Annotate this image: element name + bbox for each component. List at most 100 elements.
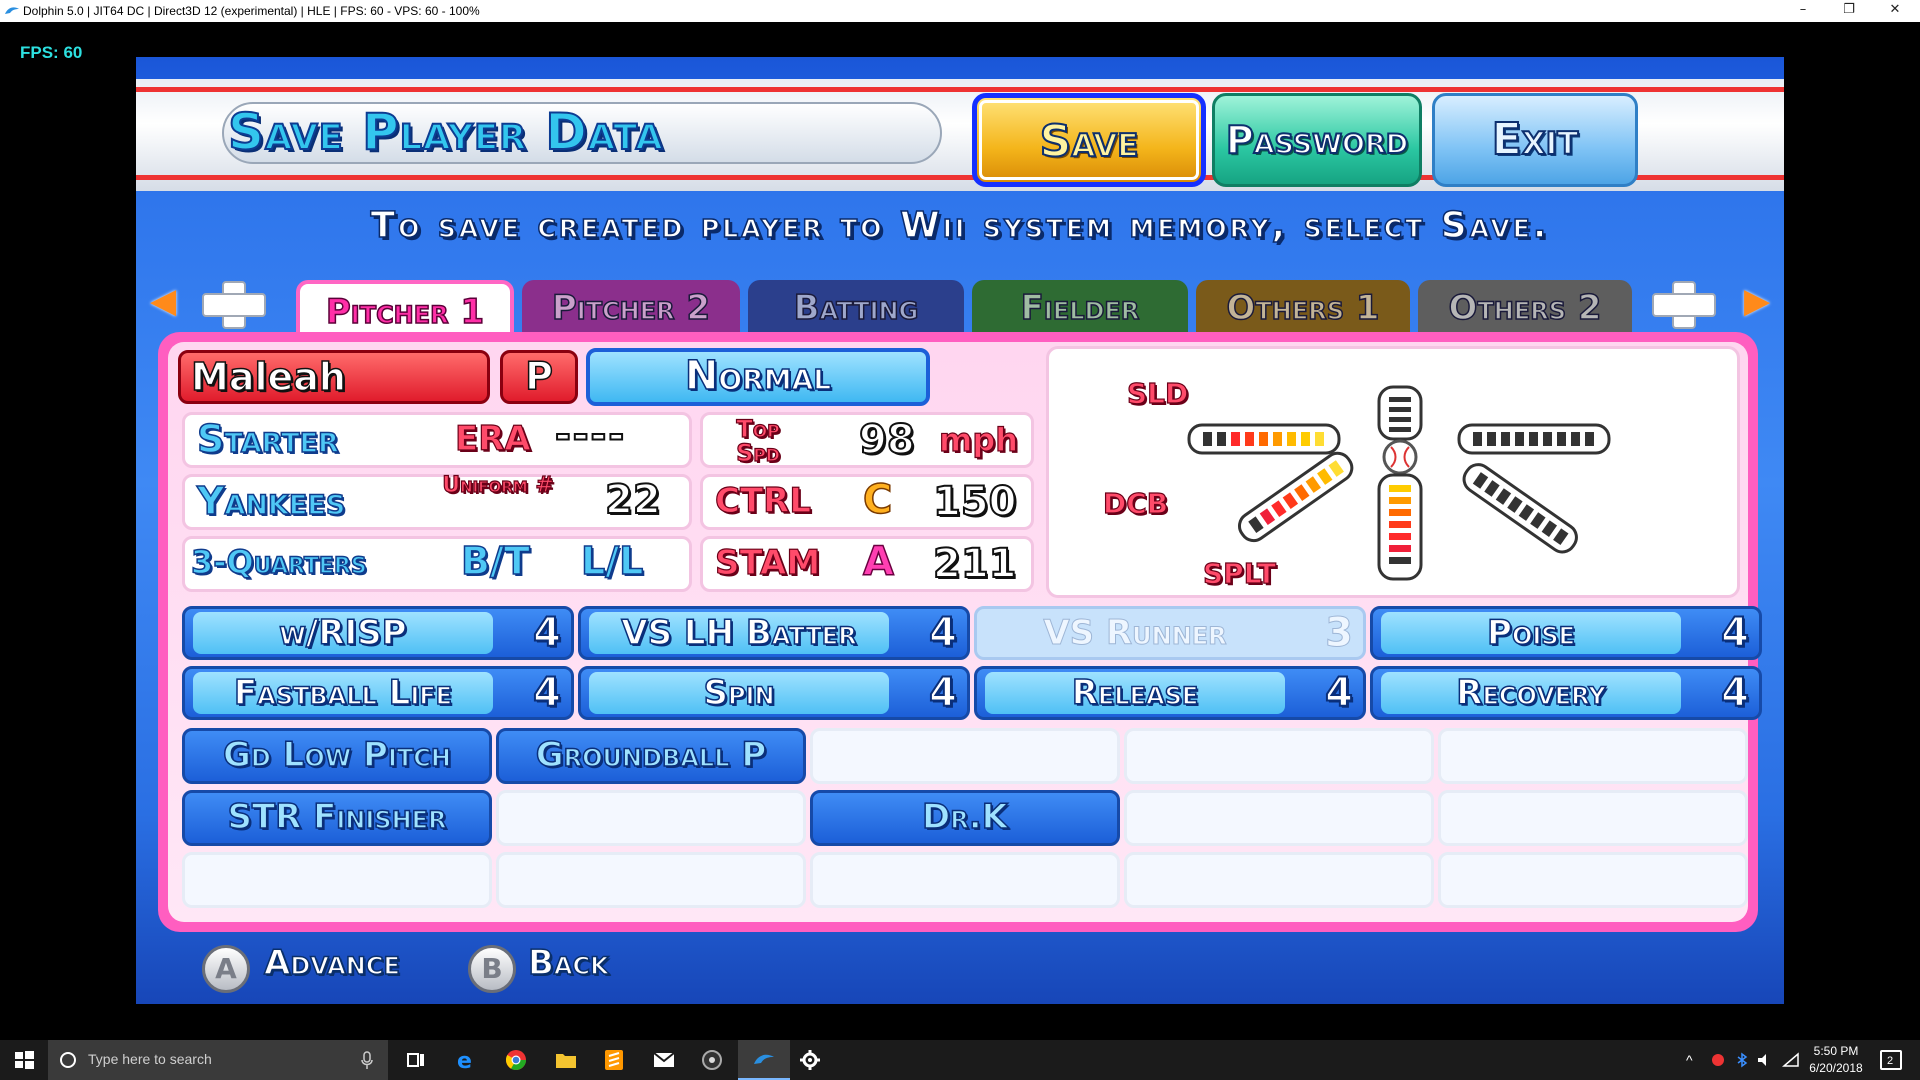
- exit-button[interactable]: Exit: [1432, 93, 1638, 187]
- network-icon[interactable]: [1782, 1052, 1800, 1068]
- chrome-icon[interactable]: [504, 1048, 528, 1072]
- special-slot-empty[interactable]: [1438, 790, 1748, 846]
- special-slot-empty[interactable]: [182, 852, 492, 908]
- era-value: ----: [554, 412, 627, 458]
- notification-count: 2: [1887, 1055, 1894, 1067]
- pitch-chart: SLD DCB SPLT: [1046, 346, 1740, 598]
- edge-icon[interactable]: e: [454, 1048, 478, 1072]
- dolphin-taskbar-item[interactable]: [738, 1040, 790, 1080]
- mail-icon[interactable]: [652, 1048, 676, 1072]
- special-groundball-p[interactable]: Groundball P: [496, 728, 806, 784]
- special-slot-empty[interactable]: [1124, 790, 1434, 846]
- ctrl-value: 150: [932, 478, 1017, 526]
- cortana-icon: [60, 1052, 76, 1068]
- ability-name: VS LH Batter: [589, 612, 889, 654]
- notification-icon[interactable]: 2: [1880, 1050, 1902, 1070]
- ability-value: 4: [1720, 669, 1750, 717]
- ability-name: Spin: [589, 672, 889, 714]
- ability-spin[interactable]: Spin 4: [578, 666, 970, 720]
- uniform-number: 22: [604, 476, 662, 524]
- search-placeholder: Type here to search: [88, 1051, 212, 1067]
- tab-left-arrow-icon[interactable]: ◀: [150, 281, 176, 321]
- special-slot-empty[interactable]: [496, 852, 806, 908]
- taskbar-search[interactable]: Type here to search: [48, 1040, 388, 1080]
- antivirus-icon[interactable]: [1710, 1052, 1726, 1068]
- ctrl-grade: C: [862, 476, 893, 524]
- password-button[interactable]: Password: [1212, 93, 1422, 187]
- fps-counter: FPS: 60: [20, 43, 83, 62]
- maximize-button[interactable]: ❐: [1826, 0, 1872, 22]
- tab-others-2[interactable]: Others 2: [1418, 280, 1632, 336]
- close-button[interactable]: ✕: [1872, 0, 1918, 22]
- team-row: Yankees Uniform # 22: [182, 474, 692, 530]
- tab-batting[interactable]: Batting: [748, 280, 964, 336]
- taskbar: Type here to search e ^ 5:50 PM 6/20/201…: [0, 1040, 1920, 1080]
- dpad-left-icon: [202, 281, 266, 329]
- stamina-row: STAM A 211: [700, 536, 1034, 592]
- tray-overflow-icon[interactable]: ^: [1686, 1052, 1693, 1068]
- special-str-finisher[interactable]: STR Finisher: [182, 790, 492, 846]
- dolphin-app-icon: [5, 7, 19, 14]
- tab-pitcher-1[interactable]: Pitcher 1: [296, 280, 514, 336]
- task-view-icon[interactable]: [404, 1048, 428, 1072]
- ability-release[interactable]: Release 4: [974, 666, 1366, 720]
- bt-label: B/T: [460, 538, 530, 584]
- ability-value: 4: [1324, 669, 1354, 717]
- armslot-label: 3-Quarters: [190, 542, 367, 582]
- ability-w-risp[interactable]: w/RISP 4: [182, 606, 574, 660]
- ability-name: Release: [985, 672, 1285, 714]
- bluetooth-icon[interactable]: [1734, 1052, 1750, 1068]
- ability-name: Fastball Life: [193, 672, 493, 714]
- dolphin-icon: [754, 1054, 774, 1064]
- file-explorer-icon[interactable]: [554, 1048, 578, 1072]
- tab-right-arrow-icon[interactable]: ▶: [1744, 281, 1770, 321]
- special-slot-empty[interactable]: [496, 790, 806, 846]
- special-slot-empty[interactable]: [1124, 728, 1434, 784]
- special-slot-empty[interactable]: [1124, 852, 1434, 908]
- ability-name: w/RISP: [193, 612, 493, 654]
- special-slot-empty[interactable]: [810, 728, 1120, 784]
- ability-vs-lh-batter[interactable]: VS LH Batter 4: [578, 606, 970, 660]
- dpad-right-icon: [1652, 281, 1716, 329]
- volume-icon[interactable]: [1756, 1052, 1774, 1068]
- special-gd-low-pitch[interactable]: Gd Low Pitch: [182, 728, 492, 784]
- app-circle-icon[interactable]: [700, 1048, 724, 1072]
- clock-time[interactable]: 5:50 PM: [1806, 1044, 1866, 1058]
- ability-value: 4: [928, 669, 958, 717]
- special-slot-empty[interactable]: [810, 852, 1120, 908]
- stam-value: 211: [932, 540, 1017, 588]
- role-row: Starter ERA ----: [182, 412, 692, 468]
- tab-pitcher-2[interactable]: Pitcher 2: [522, 280, 740, 336]
- player-panel: Maleah P Normal Starter ERA ---- Yankees…: [158, 332, 1762, 932]
- instruction-text: To save created player to Wii system mem…: [370, 204, 1550, 247]
- team-label: Yankees: [196, 478, 346, 524]
- b-button-icon: B: [468, 945, 516, 993]
- windows-start-icon[interactable]: [12, 1048, 36, 1072]
- advance-hint: Advance: [263, 942, 400, 984]
- bt-value: L/L: [580, 538, 644, 584]
- special-dr-k[interactable]: Dr.K: [810, 790, 1120, 846]
- minimize-button[interactable]: –: [1780, 0, 1826, 22]
- tab-fielder[interactable]: Fielder: [972, 280, 1188, 336]
- special-slot-empty[interactable]: [1438, 852, 1748, 908]
- microphone-icon[interactable]: [360, 1050, 374, 1070]
- save-button[interactable]: Save: [972, 93, 1206, 187]
- special-slot-empty[interactable]: [1438, 728, 1748, 784]
- ability-fastball-life[interactable]: Fastball Life 4: [182, 666, 574, 720]
- sublime-text-icon[interactable]: [602, 1048, 626, 1072]
- pitch-break-graphic: [1187, 385, 1611, 581]
- ability-name: Recovery: [1381, 672, 1681, 714]
- window-titlebar: Dolphin 5.0 | JIT64 DC | Direct3D 12 (ex…: [0, 0, 1920, 22]
- clock-date[interactable]: 6/20/2018: [1806, 1061, 1866, 1075]
- tab-others-1[interactable]: Others 1: [1196, 280, 1410, 336]
- condition-field[interactable]: Normal: [586, 348, 930, 406]
- player-name-field[interactable]: Maleah: [178, 350, 490, 404]
- control-row: CTRL C 150: [700, 474, 1034, 530]
- ability-vs-runner[interactable]: VS Runner 3: [974, 606, 1366, 660]
- ability-poise[interactable]: Poise 4: [1370, 606, 1762, 660]
- role-label: Starter: [196, 416, 339, 462]
- era-label: ERA: [454, 418, 531, 459]
- armslot-row: 3-Quarters B/T L/L: [182, 536, 692, 592]
- settings-gear-icon[interactable]: [798, 1048, 822, 1072]
- ability-recovery[interactable]: Recovery 4: [1370, 666, 1762, 720]
